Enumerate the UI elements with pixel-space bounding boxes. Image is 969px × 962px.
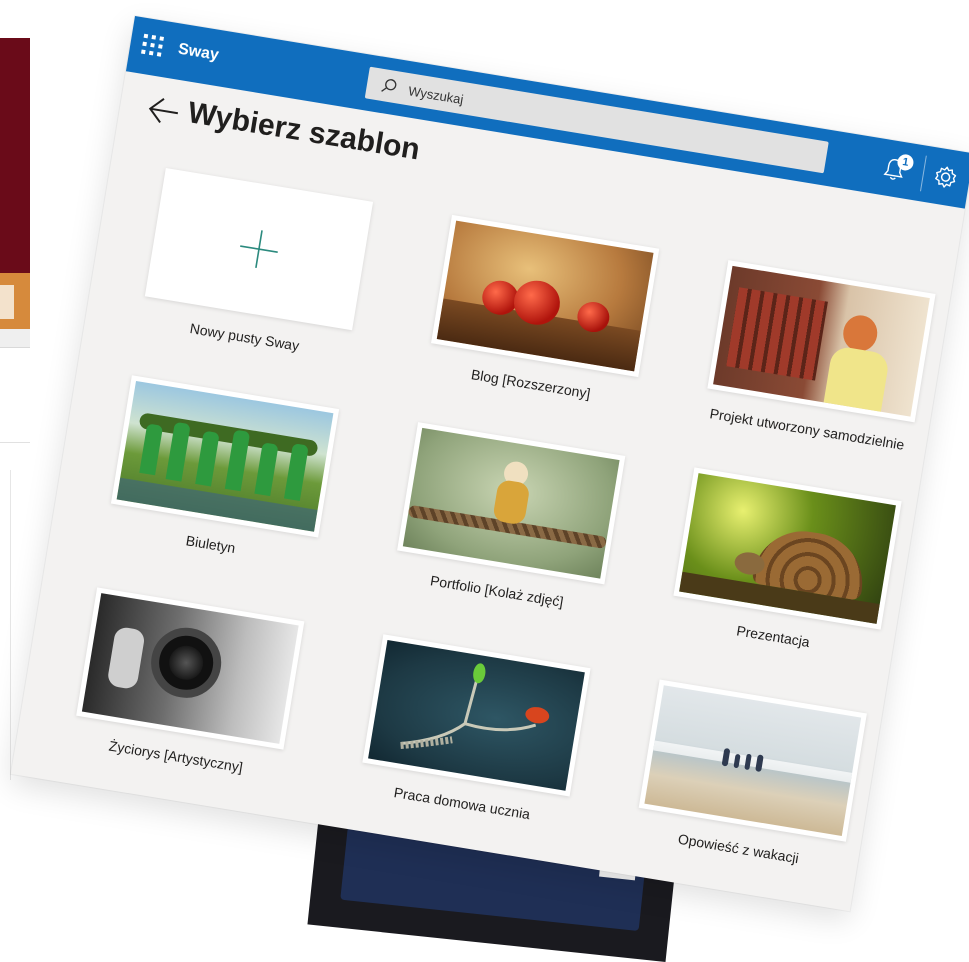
template-tile-presentation[interactable]: Prezentacja	[668, 467, 902, 661]
background-divider-vertical	[10, 470, 11, 780]
template-thumbnail	[76, 587, 305, 750]
search-input[interactable]	[405, 79, 807, 166]
plus-icon	[240, 230, 278, 268]
template-tile-vacation-story[interactable]: Opowieść z wakacji	[633, 679, 867, 874]
tortoise-photo	[679, 473, 896, 624]
background-gray-strip	[0, 329, 30, 348]
template-tile-blog[interactable]: Blog [Rozszerzony]	[426, 214, 660, 409]
girl-painting-fence-photo	[713, 265, 930, 417]
template-thumbnail	[638, 679, 867, 842]
template-thumbnail	[673, 467, 902, 630]
template-tile-homework[interactable]: Praca domowa ucznia	[357, 634, 591, 828]
template-thumbnail	[110, 375, 340, 538]
gear-icon[interactable]	[930, 161, 962, 193]
template-thumbnail	[362, 634, 591, 797]
template-thumbnail	[431, 214, 660, 378]
branch-drawing	[400, 663, 550, 750]
template-tile-resume[interactable]: Życiorys [Artystyczny]	[71, 587, 305, 781]
caterpillar-butterfly-photo	[368, 640, 585, 791]
back-arrow-icon[interactable]	[144, 91, 185, 130]
notifications-button[interactable]: 1	[878, 151, 917, 188]
family-beach-photo	[644, 685, 862, 836]
app-name[interactable]: Sway	[177, 41, 220, 65]
topbar-divider	[920, 155, 927, 192]
volunteers-group-photo	[116, 380, 334, 532]
search-icon	[381, 79, 397, 92]
template-tile-portfolio[interactable]: Portfolio [Kolaż zdjęć]	[392, 422, 626, 616]
tomatoes-photo	[436, 220, 654, 372]
template-tile-newsletter[interactable]: Biuletyn	[106, 375, 340, 569]
background-orange-inner	[0, 285, 14, 319]
app-launcher-icon[interactable]	[141, 33, 166, 59]
background-divider	[0, 442, 30, 443]
template-thumbnail	[144, 167, 374, 331]
photographer-camera-photo	[81, 593, 299, 744]
sway-window: Sway 1 Wybierz szablon	[10, 16, 969, 912]
monkey-on-rope-photo	[402, 427, 620, 579]
template-thumbnail	[397, 422, 626, 585]
template-tile-custom-project[interactable]: Projekt utworzony samodzielnie	[702, 260, 936, 454]
template-tile-new-blank[interactable]: Nowy pusty Sway	[140, 167, 374, 362]
search-box[interactable]	[364, 66, 829, 174]
background-maroon-panel	[0, 38, 30, 273]
template-thumbnail	[707, 260, 936, 423]
